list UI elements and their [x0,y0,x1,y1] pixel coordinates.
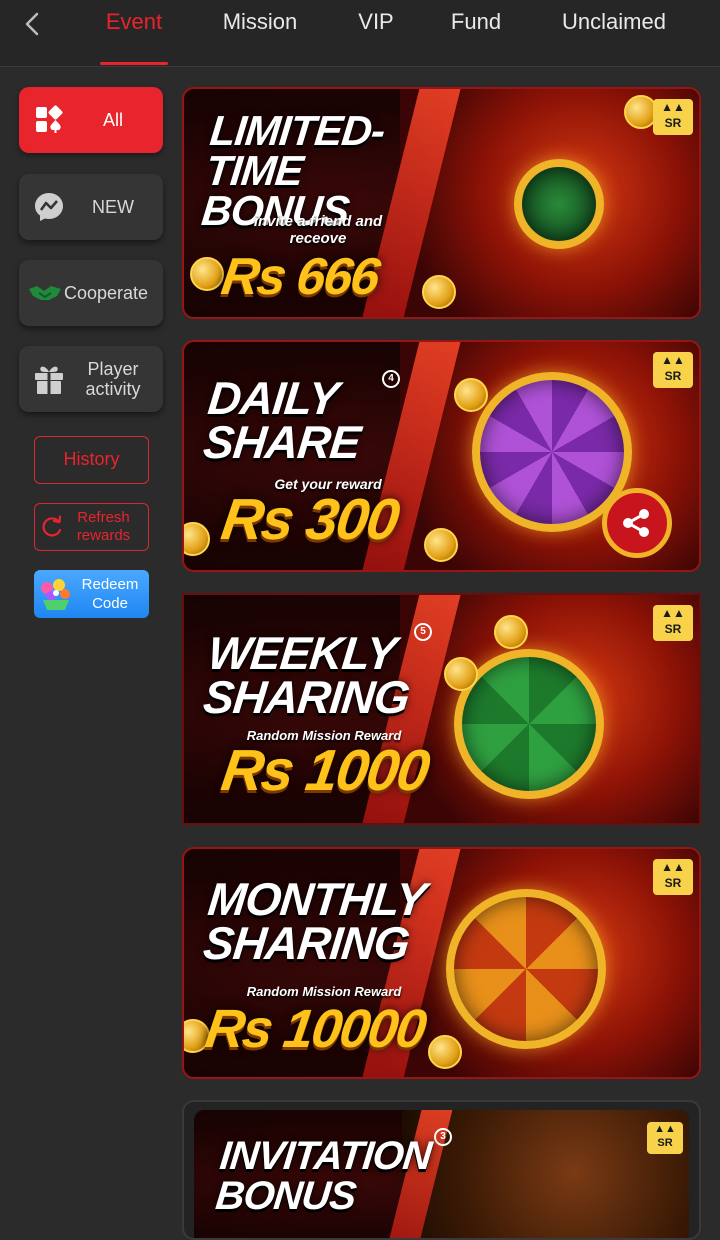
banner-title: DAILY SHARE [200,372,363,468]
messenger-icon [29,187,69,227]
active-tab-indicator [100,62,168,65]
banner-title: WEEKLY SHARING [200,627,412,723]
brand-logo: ▲▲ SR [653,352,693,388]
chevron-left-icon [25,12,39,36]
banner-title: INVITATION BONUS [213,1134,434,1218]
event-banner-monthly-sharing[interactable]: ▲▲ SR MONTHLY SHARING Random Mission Rewa… [182,847,701,1079]
redeem-code-label: Redeem Code [81,576,139,612]
refresh-rewards-button[interactable]: Refresh rewards [34,503,149,551]
tab-mission[interactable]: Mission [212,0,308,66]
sidebar-item-new[interactable]: NEW [19,174,163,240]
sidebar-item-player-activity[interactable]: Player activity [19,346,163,412]
top-tab-bar: Event Mission VIP Fund Unclaimed [0,0,720,67]
redeem-code-button[interactable]: Redeem Code [34,570,149,618]
event-banner-invitation-bonus[interactable]: ▲▲ SR 3 INVITATION BONUS [182,1100,701,1240]
tab-unclaimed[interactable]: Unclaimed [552,0,676,66]
gift-icon [29,359,69,399]
refresh-icon [42,515,62,537]
history-button[interactable]: History [34,436,149,484]
sidebar-item-cooperate[interactable]: Cooperate [19,260,163,326]
event-banner-daily-share[interactable]: ▲▲ SR 4 DAILY SHARE Get your reward Rs 30… [182,340,701,572]
banner-subtitle: invite a friend and receove [253,213,383,247]
sidebar-item-label: All [102,110,123,130]
coin-image [424,528,458,562]
sidebar-item-label: NEW [92,197,134,217]
grid-spade-icon [29,100,69,140]
refresh-rewards-label: Refresh rewards [76,509,131,544]
banner-amount: Rs 300 [217,487,402,552]
prize-wheel-image [446,889,606,1049]
tab-vip[interactable]: VIP [350,0,402,66]
tab-event[interactable]: Event [100,0,168,66]
history-label: History [63,449,120,469]
tab-label: Mission [222,9,298,34]
tab-label: Unclaimed [562,9,666,34]
event-banner-weekly-sharing[interactable]: ▲▲ SR 5 WEEKLY SHARING Random Mission Rew… [182,593,701,825]
tab-fund[interactable]: Fund [444,0,508,66]
event-banner-limited-time-bonus[interactable]: ▲▲ SR LIMITED-TIME BONUS invite a friend … [182,87,701,319]
brand-logo: ▲▲ SR [653,605,693,641]
coin-image [428,1035,462,1069]
banner-inner: ▲▲ SR 3 INVITATION BONUS [194,1110,689,1238]
brand-logo: ▲▲ SR [653,99,693,135]
flower-gift-icon [41,579,70,610]
coin-image [494,615,528,649]
banner-amount: Rs 666 [217,248,382,306]
tab-label: VIP [358,9,394,34]
coin-image [184,522,210,556]
back-button[interactable] [14,6,50,42]
tab-label: Event [105,9,163,34]
sidebar-item-label: Player activity [85,359,141,399]
brand-logo: ▲▲ SR [653,859,693,895]
banner-title: MONTHLY SHARING [200,873,428,969]
coin-image [190,257,224,291]
banner-subtitle: Random Mission Reward [246,984,402,999]
sidebar-item-label: Cooperate [63,283,149,303]
sidebar-item-all[interactable]: All [19,87,163,153]
banner-amount: Rs 1000 [217,738,432,803]
tab-label: Fund [450,9,502,34]
coin-image [422,275,456,309]
roulette-wheel-image [514,159,604,249]
share-icon [602,488,672,558]
banner-amount: Rs 10000 [201,999,429,1059]
brand-logo: ▲▲ SR [647,1122,683,1154]
